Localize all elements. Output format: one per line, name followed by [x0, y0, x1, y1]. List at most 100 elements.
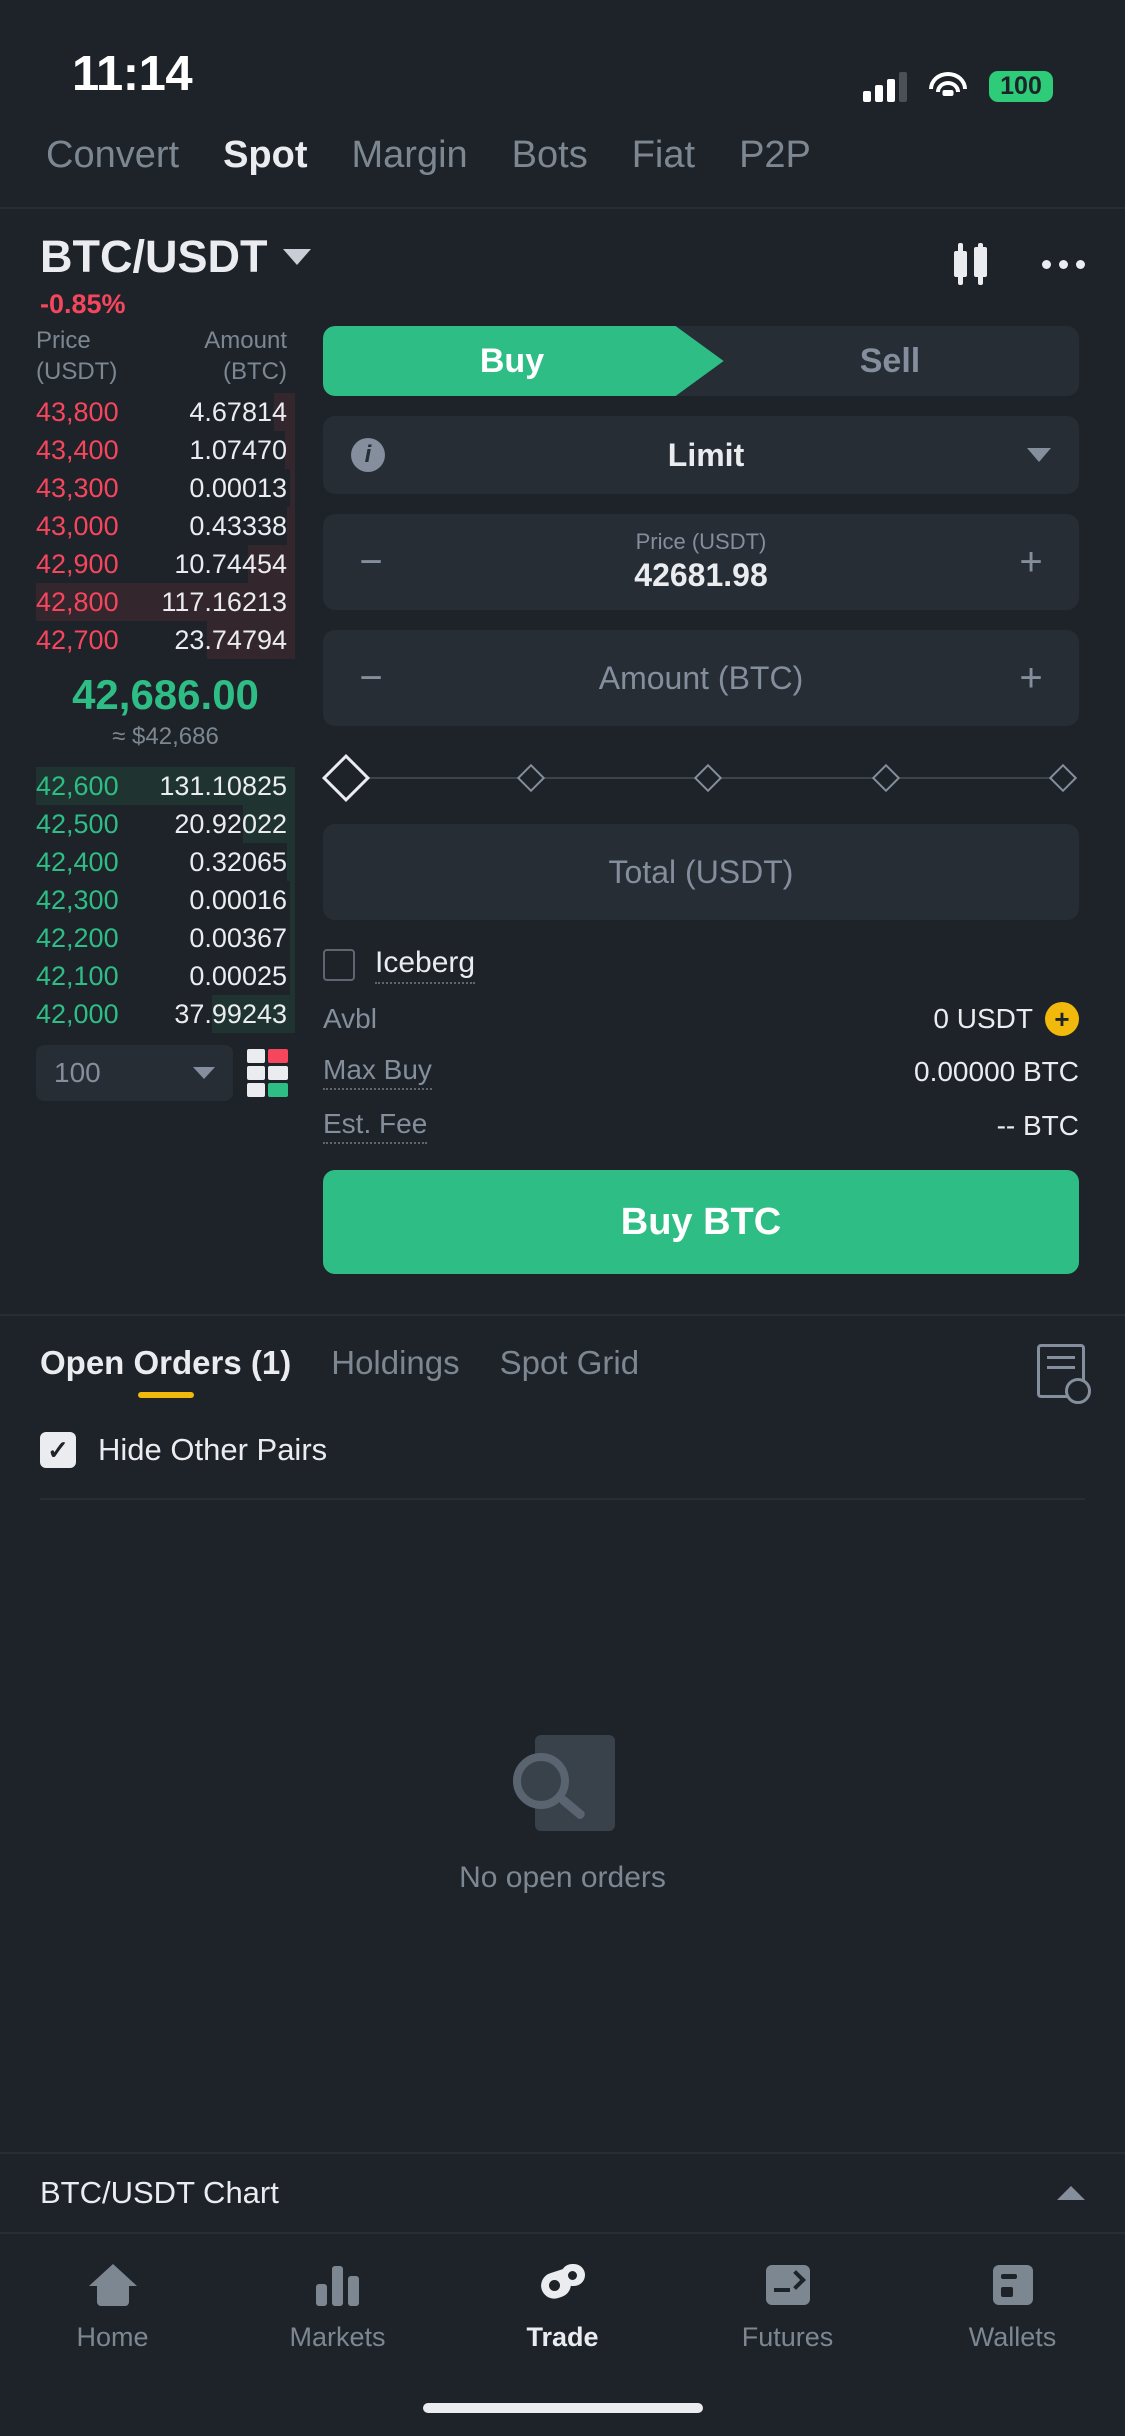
order-type-select[interactable]: i Limit: [323, 416, 1079, 494]
pair-name[interactable]: BTC/USDT: [40, 231, 267, 283]
tab-fiat[interactable]: Fiat: [632, 134, 695, 177]
price-decrement-button[interactable]: −: [351, 540, 391, 585]
order-book-row[interactable]: 42,800 117.16213: [36, 583, 295, 622]
slider-step-75[interactable]: [871, 763, 900, 793]
buy-tab[interactable]: Buy: [323, 326, 701, 396]
trade-icon: [537, 2262, 589, 2308]
order-book-row[interactable]: 42,400 0.32065: [36, 843, 295, 882]
tab-margin[interactable]: Margin: [352, 134, 468, 177]
wifi-icon: [929, 71, 967, 102]
tab-p2p[interactable]: P2P: [739, 134, 811, 177]
tab-convert[interactable]: Convert: [46, 134, 179, 177]
candlestick-chart-icon[interactable]: [952, 243, 1000, 285]
tab-spot[interactable]: Spot: [223, 134, 307, 177]
info-icon[interactable]: i: [351, 438, 385, 472]
order-book-asks: 43,800 4.67814 43,400 1.07470 43,300 0.00013 4…: [36, 393, 295, 660]
home-icon: [87, 2262, 139, 2308]
order-book-row[interactable]: 42,200 0.00367: [36, 919, 295, 958]
tab-holdings[interactable]: Holdings: [331, 1344, 459, 1398]
add-funds-icon[interactable]: +: [1045, 1002, 1079, 1036]
hide-other-pairs-checkbox[interactable]: ✓: [40, 1432, 76, 1468]
depth-bar: [289, 919, 295, 958]
nav-futures[interactable]: Futures: [675, 2262, 900, 2353]
chart-expand-bar[interactable]: BTC/USDT Chart: [0, 2152, 1125, 2232]
nav-trade-label: Trade: [526, 2321, 599, 2352]
order-book-row[interactable]: 43,800 4.67814: [36, 393, 295, 432]
max-buy-row: Max Buy 0.00000 BTC: [323, 1054, 1079, 1090]
order-book-price: 42,900: [36, 548, 119, 579]
empty-orders-state: No open orders: [0, 1500, 1125, 2152]
order-book-price: 42,500: [36, 808, 119, 839]
order-book-row[interactable]: 43,300 0.00013: [36, 469, 295, 508]
battery-icon: 100: [989, 71, 1053, 102]
pair-info[interactable]: BTC/USDT -0.85%: [40, 231, 312, 320]
order-book-row[interactable]: 42,000 37.99243: [36, 995, 295, 1034]
order-book-row[interactable]: 42,600 131.10825: [36, 767, 295, 806]
more-options-icon[interactable]: [1042, 259, 1085, 269]
order-book-row[interactable]: 43,000 0.43338: [36, 507, 295, 546]
total-input[interactable]: Total (USDT): [323, 824, 1079, 920]
price-input[interactable]: − Price (USDT) 42681.98 +: [323, 514, 1079, 610]
order-book-row[interactable]: 42,300 0.00016: [36, 881, 295, 920]
home-indicator: [0, 2380, 1125, 2436]
hide-other-pairs-option[interactable]: ✓ Hide Other Pairs: [0, 1398, 1125, 1468]
order-book-price: 42,000: [36, 998, 119, 1029]
status-bar: 11:14 100: [0, 0, 1125, 118]
last-price-usd: ≈ $42,686: [112, 723, 219, 751]
slider-step-25[interactable]: [516, 763, 545, 793]
iceberg-checkbox[interactable]: [323, 949, 355, 981]
chevron-up-icon[interactable]: [1057, 2186, 1085, 2200]
submit-buy-button[interactable]: Buy BTC: [323, 1170, 1079, 1274]
app-screen: 11:14 100 Convert Spot Margin Bots Fiat …: [0, 0, 1125, 2436]
order-book-amount-label: Amount: [204, 327, 287, 354]
amount-input[interactable]: − Amount (BTC) +: [323, 630, 1079, 726]
nav-home[interactable]: Home: [0, 2262, 225, 2353]
tab-spot-grid[interactable]: Spot Grid: [500, 1344, 639, 1398]
tab-holdings-label: Holdings: [331, 1344, 460, 1381]
avbl-row: Avbl 0 USDT +: [323, 1002, 1079, 1036]
nav-markets[interactable]: Markets: [225, 2262, 450, 2353]
depth-precision-select[interactable]: 100: [36, 1045, 233, 1102]
sell-tab[interactable]: Sell: [701, 326, 1079, 396]
max-buy-label: Max Buy: [323, 1054, 432, 1090]
order-book-footer: 100: [36, 1045, 295, 1102]
order-book-layout-icon[interactable]: [247, 1049, 291, 1098]
order-book-row[interactable]: 43,400 1.07470: [36, 431, 295, 470]
last-price: 42,686.00: [72, 671, 259, 719]
amount-decrement-button[interactable]: −: [351, 656, 391, 701]
nav-wallets[interactable]: Wallets: [900, 2262, 1125, 2353]
price-increment-button[interactable]: +: [1011, 540, 1051, 585]
order-type-value: Limit: [667, 436, 745, 473]
order-book-amount: 0.43338: [189, 510, 287, 541]
slider-step-100[interactable]: [1048, 763, 1078, 793]
order-book-amount: 23.74794: [174, 624, 287, 655]
order-book-mid: 42,686.00 ≈ $42,686: [36, 659, 295, 761]
order-book-row[interactable]: 42,500 20.92022: [36, 805, 295, 844]
slider-handle[interactable]: [321, 753, 371, 803]
order-book-row[interactable]: 42,900 10.74454: [36, 545, 295, 584]
chevron-down-icon[interactable]: [283, 249, 312, 265]
order-book-price: 42,800: [36, 586, 119, 617]
chevron-down-icon[interactable]: [1027, 448, 1051, 462]
amount-percent-slider[interactable]: [321, 753, 1078, 803]
chevron-down-icon: [193, 1067, 215, 1080]
est-fee-row: Est. Fee -- BTC: [323, 1108, 1079, 1144]
tab-bots[interactable]: Bots: [512, 134, 588, 177]
amount-increment-button[interactable]: +: [1011, 656, 1051, 701]
order-book-header: Price (USDT) Amount (BTC): [36, 326, 295, 387]
order-book-price-label: Price: [36, 327, 91, 354]
futures-icon: [762, 2262, 814, 2308]
order-book-amount: 0.00025: [189, 960, 287, 991]
order-book-bids: 42,600 131.10825 42,500 20.92022 42,400 0.320…: [36, 767, 295, 1034]
order-book-amount: 20.92022: [174, 808, 287, 839]
tab-open-orders[interactable]: Open Orders (1): [40, 1344, 291, 1398]
order-history-icon[interactable]: [1037, 1344, 1091, 1404]
order-book-row[interactable]: 42,700 23.74794: [36, 621, 295, 660]
order-book-row[interactable]: 42,100 0.00025: [36, 957, 295, 996]
nav-trade[interactable]: Trade: [450, 2262, 675, 2353]
tab-open-orders-label: Open Orders (1): [40, 1344, 292, 1381]
slider-step-50[interactable]: [693, 763, 723, 793]
order-book-price: 42,700: [36, 624, 119, 655]
order-book-price: 43,400: [36, 434, 119, 465]
iceberg-option[interactable]: Iceberg: [323, 946, 1079, 984]
